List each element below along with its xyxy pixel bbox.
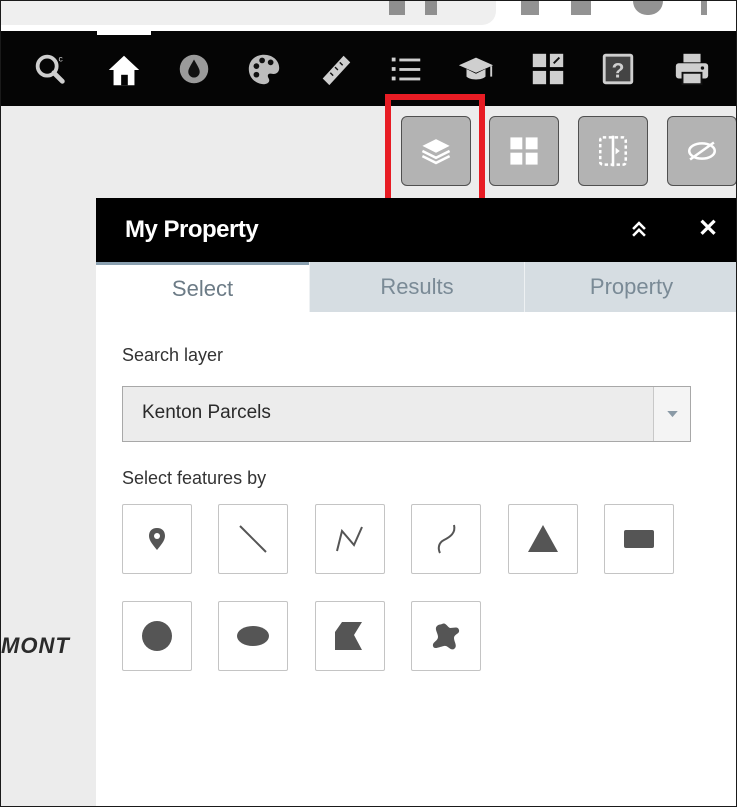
- browser-menu-icon[interactable]: [701, 1, 707, 15]
- select-features-label: Select features by: [122, 468, 267, 488]
- my-property-panel: My Property ✕ Select Results Property Se…: [96, 198, 736, 806]
- polyline-icon: [336, 526, 363, 552]
- swipe-button[interactable]: [578, 116, 648, 186]
- print-icon[interactable]: [665, 31, 719, 106]
- freehand-line-icon: [437, 524, 456, 554]
- browser-icon[interactable]: [389, 1, 405, 15]
- measure-ruler-icon[interactable]: [309, 31, 363, 106]
- swipe-icon: [598, 135, 628, 167]
- select-by-polygon-button[interactable]: [315, 601, 385, 671]
- browser-chrome: [1, 1, 736, 31]
- home-icon[interactable]: [97, 31, 151, 106]
- select-by-ellipse-button[interactable]: [218, 601, 288, 671]
- palette-icon[interactable]: [237, 31, 291, 106]
- svg-text:?: ?: [612, 59, 625, 82]
- list-icon[interactable]: [379, 31, 433, 106]
- tab-property[interactable]: Property: [524, 262, 736, 312]
- select-by-freehand-polygon-button[interactable]: [411, 601, 481, 671]
- browser-icon[interactable]: [425, 1, 437, 15]
- chevron-down-icon[interactable]: [653, 387, 690, 441]
- ellipse-icon: [237, 626, 269, 646]
- select-by-triangle-button[interactable]: [508, 504, 578, 574]
- basemap-gallery-button[interactable]: [489, 116, 559, 186]
- grid-icon[interactable]: [521, 31, 575, 106]
- basemap-grid-icon: [510, 137, 538, 165]
- visibility-button[interactable]: [667, 116, 736, 186]
- search-layer-value: Kenton Parcels: [142, 402, 271, 423]
- main-toolbar: c ?: [1, 31, 736, 106]
- polygon-icon: [335, 622, 362, 650]
- browser-address-bar[interactable]: [1, 1, 496, 25]
- search-icon[interactable]: c: [23, 31, 77, 106]
- circle-icon: [142, 621, 172, 651]
- panel-title: My Property: [125, 216, 259, 243]
- browser-icon[interactable]: [571, 1, 591, 15]
- rectangle-icon: [624, 530, 654, 548]
- search-layer-select[interactable]: Kenton Parcels: [122, 386, 691, 442]
- freehand-polygon-icon: [432, 623, 460, 650]
- select-by-freehand-line-button[interactable]: [411, 504, 481, 574]
- line-icon: [239, 525, 267, 553]
- tab-select[interactable]: Select: [96, 262, 309, 312]
- select-by-rectangle-button[interactable]: [604, 504, 674, 574]
- map-place-label: MONT: [1, 633, 70, 658]
- close-icon[interactable]: ✕: [694, 214, 722, 242]
- layers-button[interactable]: [401, 116, 471, 186]
- panel-tabs: Select Results Property: [96, 262, 736, 312]
- triangle-icon: [528, 525, 558, 552]
- svg-text:c: c: [59, 53, 64, 63]
- select-by-point-button[interactable]: [122, 504, 192, 574]
- select-by-line-button[interactable]: [218, 504, 288, 574]
- select-by-circle-button[interactable]: [122, 601, 192, 671]
- graduation-cap-icon[interactable]: [449, 31, 503, 106]
- search-layer-label: Search layer: [122, 345, 224, 365]
- select-by-polyline-button[interactable]: [315, 504, 385, 574]
- layers-icon: [421, 139, 451, 165]
- tab-results[interactable]: Results: [309, 262, 524, 312]
- panel-header: My Property ✕: [96, 198, 736, 262]
- map-app-window: c ? MONT My Property ✕ Select Results Pr…: [0, 0, 737, 807]
- collapse-icon[interactable]: [626, 216, 652, 242]
- water-drop-icon[interactable]: [167, 31, 221, 106]
- profile-avatar[interactable]: [633, 1, 663, 15]
- help-icon[interactable]: ?: [591, 31, 645, 106]
- eye-hidden-icon: [687, 141, 717, 161]
- browser-icon[interactable]: [521, 1, 539, 15]
- point-icon: [149, 528, 165, 550]
